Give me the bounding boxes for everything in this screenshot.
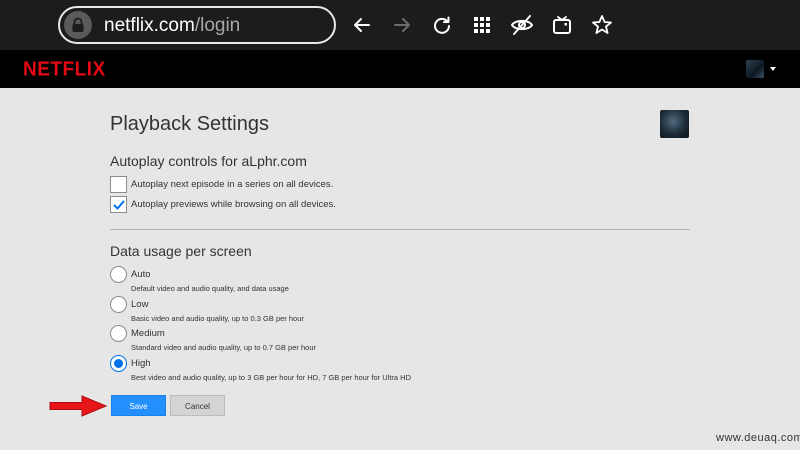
url-path: /login — [194, 15, 241, 36]
screen: netflix.com/login NETFLIX Playback Setti… — [0, 0, 800, 450]
radio-low[interactable] — [110, 296, 127, 313]
section-divider — [110, 229, 690, 230]
netflix-logo[interactable]: NETFLIX — [23, 58, 106, 81]
apps-grid-icon[interactable] — [469, 12, 495, 38]
star-icon[interactable] — [589, 12, 615, 38]
checkmark-icon — [113, 200, 125, 210]
radio-high-label[interactable]: High — [131, 358, 151, 369]
netflix-header: NETFLIX — [0, 50, 800, 88]
radio-medium-label[interactable]: Medium — [131, 328, 165, 339]
radio-low-description: Basic video and audio quality, up to 0.3… — [131, 314, 304, 323]
data-usage-heading: Data usage per screen — [110, 243, 252, 259]
radio-high-description: Best video and audio quality, up to 3 GB… — [131, 373, 412, 382]
radio-selected-dot — [114, 359, 123, 368]
lock-icon[interactable] — [64, 11, 92, 39]
radio-auto[interactable] — [110, 266, 127, 283]
radio-medium-description: Standard video and audio quality, up to … — [131, 343, 316, 352]
watermark: www.deuaq.com — [716, 432, 800, 444]
radio-high[interactable] — [110, 355, 127, 372]
save-button[interactable]: Save — [111, 395, 166, 416]
page-title: Playback Settings — [110, 113, 269, 135]
radio-low-label[interactable]: Low — [131, 299, 148, 310]
red-arrow-icon — [49, 395, 108, 417]
url-text: netflix.com/login — [104, 15, 240, 37]
autoplay-heading: Autoplay controls for aLphr.com — [110, 153, 307, 169]
tv-icon[interactable] — [549, 12, 575, 38]
radio-medium[interactable] — [110, 325, 127, 342]
address-bar[interactable]: netflix.com/login — [58, 6, 336, 44]
radio-auto-description: Default video and audio quality, and dat… — [131, 284, 289, 293]
profile-image — [660, 110, 689, 138]
hide-eye-icon[interactable] — [509, 12, 535, 38]
url-host: netflix.com — [104, 15, 195, 36]
forward-icon[interactable] — [389, 12, 415, 38]
reload-icon[interactable] — [429, 12, 455, 38]
browser-toolbar: netflix.com/login — [0, 0, 800, 50]
cancel-button[interactable]: Cancel — [170, 395, 225, 416]
autoplay-previews-label[interactable]: Autoplay previews while browsing on all … — [131, 199, 336, 210]
caret-down-icon[interactable] — [770, 67, 776, 71]
radio-auto-label[interactable]: Auto — [131, 269, 151, 280]
autoplay-next-episode-checkbox[interactable] — [110, 176, 127, 193]
profile-avatar[interactable] — [746, 60, 764, 78]
autoplay-next-episode-label[interactable]: Autoplay next episode in a series on all… — [131, 179, 333, 190]
autoplay-previews-checkbox[interactable] — [110, 196, 127, 213]
back-icon[interactable] — [349, 12, 375, 38]
